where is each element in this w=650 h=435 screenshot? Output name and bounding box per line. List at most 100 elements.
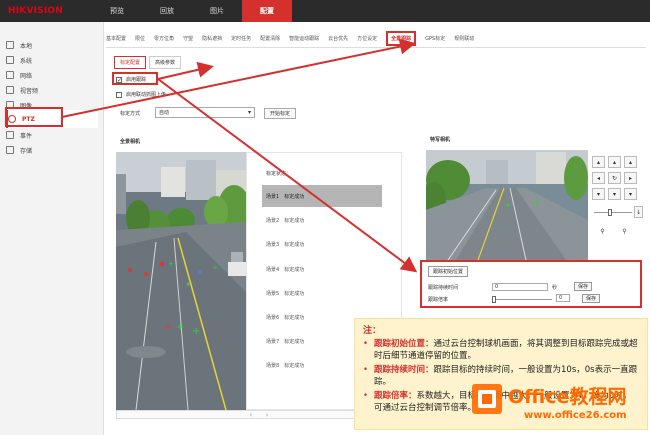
tab-panorama-tracking[interactable]: 全景跟踪 (386, 31, 417, 46)
closeup-video[interactable] (426, 150, 588, 260)
sidebar: 本地 系统 网络 视音频 图像 PTZ 事件 存储 (0, 22, 104, 435)
tracking-ratio-knob[interactable] (492, 296, 496, 303)
tab-config-clear[interactable]: 配置清除 (260, 35, 280, 42)
speed-step-icon[interactable]: ↓ (634, 206, 643, 218)
tab-basic[interactable]: 基本配置 (106, 35, 126, 42)
note-term: 跟踪初始位置： (374, 339, 434, 349)
note-term: 跟踪倍率： (374, 391, 417, 401)
sidebar-item-label: 网络 (20, 72, 33, 80)
tab-rule-linkage[interactable]: 规则联动 (454, 35, 474, 42)
pan-up-left-button[interactable]: ▴ (592, 156, 605, 168)
enable-tracking-row[interactable]: ✓ 启用跟踪 (116, 76, 146, 83)
scene-status: 标定成功 (284, 241, 305, 248)
video-icon (6, 86, 14, 94)
scene-name: 场景2 (266, 217, 280, 224)
enable-snapshot-label: 启用联动抓图上传 (126, 92, 167, 98)
network-icon (6, 71, 14, 79)
sidebar-item-label: 事件 (20, 132, 33, 140)
scene-name: 场景4 (266, 266, 280, 273)
nav-picture[interactable]: 图片 (192, 0, 242, 22)
save-duration-button[interactable]: 保存 (574, 282, 592, 291)
tab-azimuth[interactable]: 方位设定 (357, 35, 377, 42)
watermark: Office教程网 www.office26.com (470, 378, 645, 430)
scene-row[interactable]: 场景5 标定成功 (262, 282, 382, 304)
tab-zero-azimuth[interactable]: 零方位角 (154, 35, 174, 42)
scene-name: 场景6 (266, 314, 280, 321)
enable-snapshot-row[interactable]: 启用联动抓图上传 (116, 91, 166, 98)
ptz-speed-slider[interactable] (594, 212, 632, 213)
tab-smart-tracking[interactable]: 智能运动跟踪 (289, 35, 319, 42)
scene-status: 标定成功 (284, 338, 305, 345)
pan-down-right-button[interactable]: ▾ (624, 188, 637, 200)
pan-down-left-button[interactable]: ▾ (592, 188, 605, 200)
pan-down-button[interactable]: ▾ (608, 188, 621, 200)
scene-row[interactable]: 场景3 标定成功 (262, 233, 382, 255)
save-ratio-button[interactable]: 保存 (582, 294, 600, 303)
watermark-url: www.office26.com (524, 410, 627, 421)
tab-limit[interactable]: 限位 (135, 35, 145, 42)
auto-pan-button[interactable]: ↻ (608, 172, 621, 184)
calibration-mode-select[interactable]: 自动 ▾ (155, 107, 255, 118)
scene-row[interactable]: 场景1 标定成功 (262, 185, 382, 207)
tracking-params-box: 跟踪初始位置 跟踪持续时间 0 秒 保存 跟踪倍率 0 保存 (420, 260, 642, 308)
subtab-calibration-config[interactable]: 标定配置 (114, 56, 147, 69)
tracking-initial-position-button[interactable]: 跟踪初始位置 (428, 266, 468, 277)
sidebar-item-event[interactable]: 事件 (6, 128, 98, 142)
enable-tracking-checkbox[interactable]: ✓ (116, 76, 122, 83)
pan-up-right-button[interactable]: ▴ (624, 156, 637, 168)
zoom-in-icon[interactable]: ⚲ (596, 226, 609, 238)
tracking-ratio-slider[interactable] (494, 299, 552, 300)
system-icon (6, 56, 14, 64)
scene-status: 标定成功 (284, 266, 305, 273)
svg-text:+: + (212, 264, 218, 272)
start-calibration-button[interactable]: 开始标定 (264, 108, 296, 119)
sidebar-item-network[interactable]: 网络 (6, 68, 98, 82)
subtab-advanced-params[interactable]: 高级参数 (149, 56, 182, 69)
calibration-mode-label: 标定方式 (120, 111, 141, 117)
nav-playback[interactable]: 回放 (142, 0, 192, 22)
tab-park[interactable]: 守望 (183, 35, 193, 42)
tab-privacy-mask[interactable]: 隐私遮挡 (202, 35, 222, 42)
sidebar-item-local[interactable]: 本地 (6, 38, 98, 52)
sidebar-item-ptz[interactable]: PTZ (6, 110, 98, 128)
scene-row[interactable]: 场景2 标定成功 (262, 209, 382, 231)
bullet-icon: • (363, 339, 369, 349)
enable-snapshot-checkbox[interactable] (116, 91, 122, 98)
brand-logo: HIKVISION (8, 6, 63, 16)
svg-text:+: + (176, 322, 184, 333)
image-icon (6, 101, 14, 109)
panorama-video[interactable]: + + + + + (116, 152, 246, 410)
scene-status: 标定成功 (284, 217, 305, 224)
ptz-speed-knob[interactable] (608, 209, 612, 216)
panorama-street-image: + + + + + (116, 152, 246, 410)
tab-ptz-priority[interactable]: 云台优先 (328, 35, 348, 42)
svg-text:+: + (164, 322, 172, 333)
pan-left-button[interactable]: ◂ (592, 172, 605, 184)
scene-name: 场景8 (266, 362, 280, 369)
calibration-mode-value: 自动 (159, 110, 170, 116)
nav-config[interactable]: 配置 (242, 0, 292, 22)
bullet-icon: • (363, 365, 369, 375)
sidebar-item-label: 本地 (20, 42, 33, 50)
watermark-brand: Office教程网 (508, 386, 627, 408)
nav-preview[interactable]: 预览 (92, 0, 142, 22)
svg-text:+: + (192, 326, 200, 337)
svg-text:+: + (168, 260, 174, 268)
zoom-out-icon[interactable]: ⚲ (618, 226, 631, 238)
tab-gps-calibration[interactable]: GPS标定 (425, 35, 445, 42)
sidebar-item-label: 图像 (20, 102, 33, 110)
pan-up-button[interactable]: ▴ (608, 156, 621, 168)
office-logo-icon (472, 384, 502, 414)
pan-right-button[interactable]: ▸ (624, 172, 637, 184)
tracking-duration-input[interactable]: 0 (492, 283, 548, 291)
tab-scheduled-task[interactable]: 定时任务 (231, 35, 251, 42)
sidebar-item-label: 存储 (20, 147, 33, 155)
scene-row[interactable]: 场景4 标定成功 (262, 258, 382, 280)
chevron-down-icon: ▾ (247, 109, 251, 116)
tracking-ratio-input[interactable]: 0 (556, 294, 570, 302)
event-icon (6, 131, 14, 139)
sidebar-item-storage[interactable]: 存储 (6, 143, 98, 157)
sidebar-item-system[interactable]: 系统 (6, 53, 98, 67)
scene-status: 标定成功 (284, 314, 305, 321)
sidebar-item-video[interactable]: 视音频 (6, 83, 98, 97)
